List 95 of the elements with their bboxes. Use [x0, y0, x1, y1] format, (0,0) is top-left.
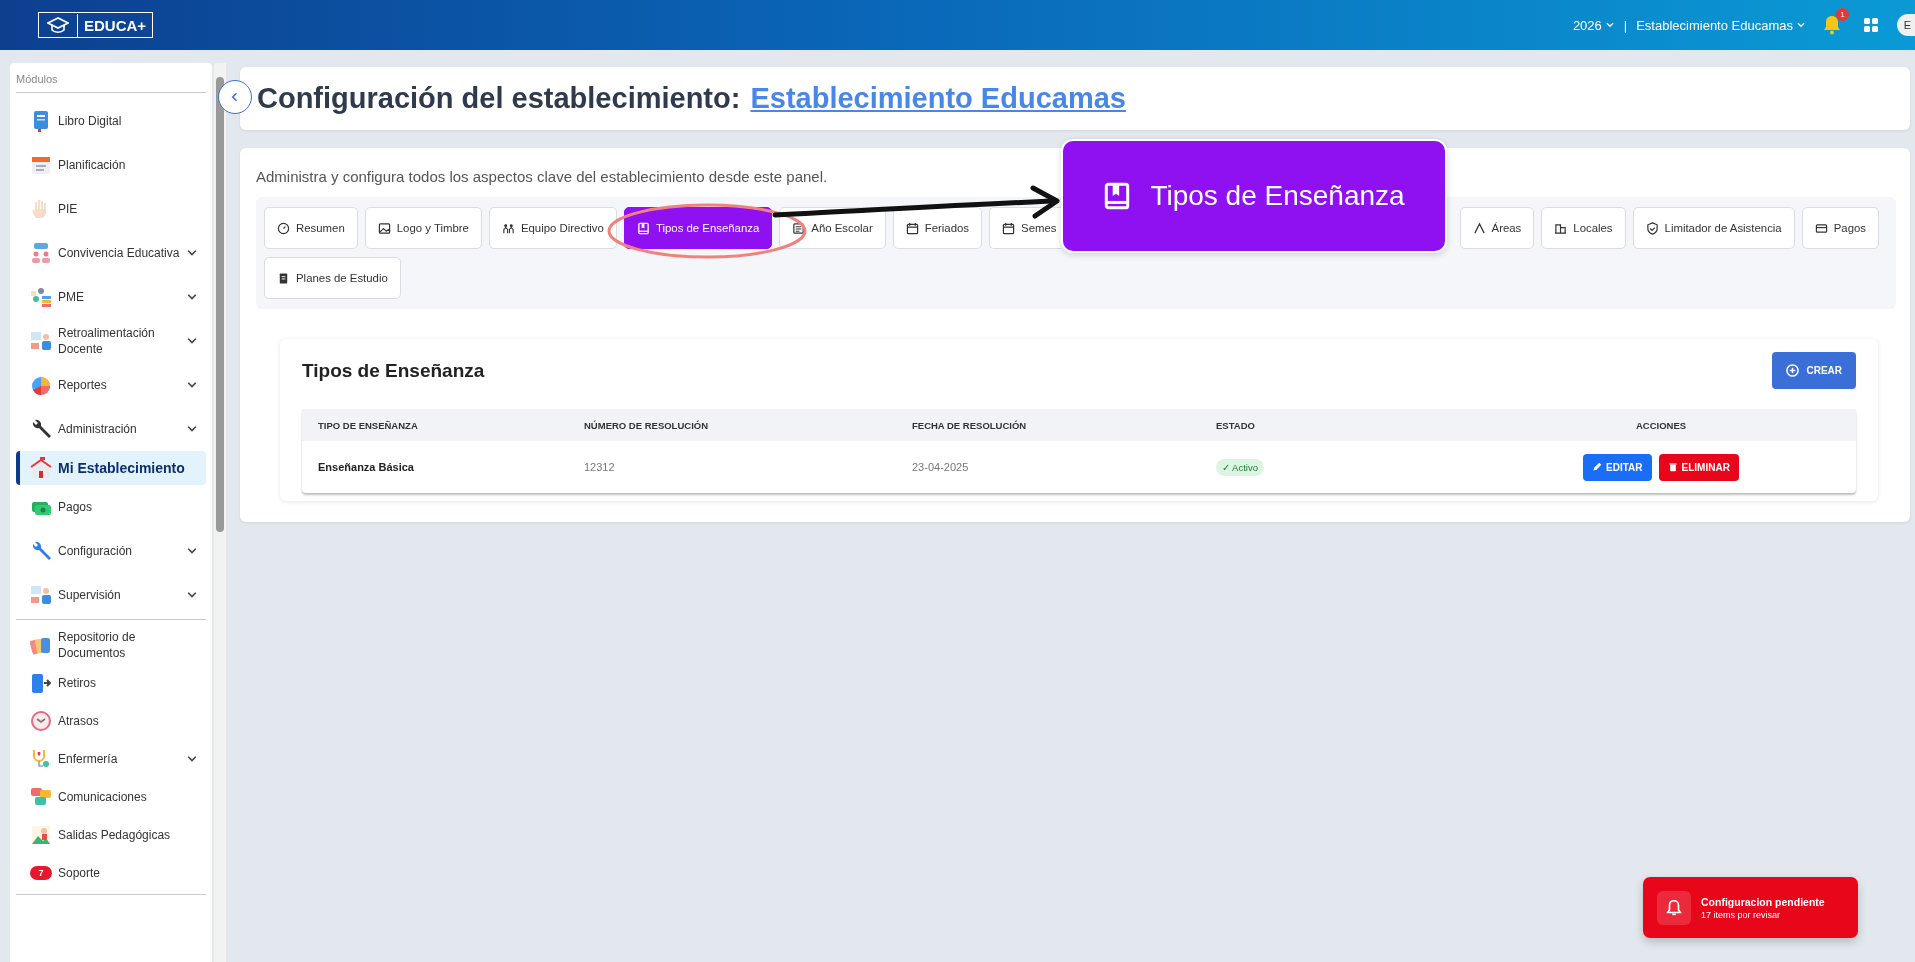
image-icon — [377, 221, 391, 235]
logo[interactable]: EDUCA+ — [38, 12, 154, 38]
create-button[interactable]: CREAR — [1772, 352, 1856, 389]
sidebar-item[interactable]: PIE — [16, 187, 206, 231]
scrollbar[interactable] — [214, 63, 226, 962]
separator-text: | — [1623, 17, 1628, 33]
wrench-icon — [30, 418, 52, 440]
calendar-icon — [30, 154, 52, 176]
scrollbar-thumb[interactable] — [216, 77, 224, 532]
sidebar-item[interactable]: 7 Soporte — [16, 854, 206, 892]
section-label: Módulos — [16, 72, 59, 87]
gauge-icon — [277, 221, 290, 235]
page-title: Configuración del establecimiento: — [257, 82, 741, 115]
clipboard-icon — [277, 271, 290, 285]
sidebar-item[interactable]: Administración — [16, 407, 206, 451]
school-dropdown[interactable]: Establecimiento Educamas — [1636, 17, 1806, 33]
nodes-icon — [30, 286, 52, 308]
pie-chart-icon — [30, 374, 52, 396]
column-header: ACCIONES — [1634, 419, 1688, 431]
toast-title: Configuracion pendiente — [1701, 895, 1825, 908]
tab[interactable]: Pagos — [1801, 207, 1879, 249]
tab[interactable]: Logo y Timbre — [364, 207, 482, 249]
year-dropdown[interactable]: 2026 — [1572, 17, 1615, 33]
sidebar-item[interactable]: Comunicaciones — [16, 778, 206, 816]
tab[interactable]: Semes — [989, 207, 1061, 249]
sidebar-item[interactable]: Atrasos — [16, 702, 206, 740]
sidebar-item[interactable]: Convivencia Educativa — [16, 231, 206, 275]
table-cell-text: 12312 — [584, 461, 616, 473]
calendar-icon — [905, 221, 919, 235]
book-icon — [636, 221, 650, 235]
delete-button[interactable]: ELIMINAR — [1658, 453, 1739, 481]
people-icon — [30, 242, 52, 264]
clock-icon — [30, 710, 52, 732]
sidebar-item[interactable]: Configuración — [16, 529, 206, 573]
avatar[interactable]: E — [1897, 14, 1915, 36]
list-icon — [792, 221, 806, 235]
edit-button[interactable]: EDITAR — [1583, 453, 1652, 481]
school-icon — [30, 457, 52, 479]
chevron-down-icon — [1796, 20, 1806, 30]
table-cell-text: Enseñanza Básica — [317, 461, 415, 473]
sidebar-item[interactable]: PME — [16, 275, 206, 319]
calendar-icon — [1002, 221, 1016, 235]
count-badge: 7 — [30, 866, 52, 880]
sidebar-item[interactable]: Mi Establecimiento — [16, 451, 206, 485]
sidebar-item[interactable]: Retroalimentación Docente — [16, 319, 206, 363]
status-badge: ✓ Activo — [1216, 459, 1264, 476]
grid-icon — [1864, 18, 1878, 32]
pencil-icon — [1592, 462, 1603, 472]
bell-icon — [1823, 15, 1841, 35]
column-header: NÚMERO DE RESOLUCIÓN — [584, 419, 710, 431]
plus-circle-icon — [1786, 364, 1800, 377]
bell-icon — [1665, 898, 1683, 917]
sidebar-item[interactable]: Repositorio de Documentos — [16, 626, 206, 664]
tab[interactable]: Feriados — [892, 207, 983, 249]
sidebar-item[interactable]: Retiros — [16, 664, 206, 702]
column-header: FECHA DE RESOLUCIÓN — [912, 419, 1028, 431]
teacher-icon — [30, 330, 52, 352]
column-header: TIPO DE ENSEÑANZA — [317, 419, 419, 431]
tab[interactable]: Áreas — [1459, 207, 1535, 249]
landscape-icon — [30, 824, 52, 846]
door-icon — [30, 672, 52, 694]
section-title: Tipos de Enseñanza — [302, 359, 485, 382]
toast-subtitle: 17 items por revisar — [1701, 909, 1782, 920]
tab[interactable]: Resumen — [264, 207, 358, 249]
sidebar-item[interactable]: Planificación — [16, 143, 206, 187]
people-icon — [501, 221, 515, 235]
card-icon — [1814, 221, 1828, 235]
description-text: Administra y configura todos los aspectos clave del establecimiento desde este panel. — [256, 168, 829, 185]
column-header: ESTADO — [1216, 419, 1256, 431]
shield-check-icon — [1645, 221, 1659, 235]
tab[interactable]: Planes de Estudio — [264, 257, 401, 299]
establishment-link[interactable]: Establecimiento Educamas — [750, 82, 1126, 115]
chat-icon — [30, 786, 52, 808]
trash-icon — [1667, 462, 1678, 472]
sidebar-item[interactable]: Supervisión — [16, 573, 206, 617]
notification-badge: 1 — [1836, 8, 1849, 21]
stethoscope-icon — [30, 748, 52, 770]
tab[interactable]: Limitador de Asistencia — [1632, 207, 1795, 249]
graduation-cap-icon — [47, 16, 69, 34]
notifications-button[interactable]: 1 — [1821, 8, 1849, 35]
building-icon — [1554, 221, 1568, 235]
sidebar-item[interactable]: Pagos — [16, 485, 206, 529]
chevron-down-icon — [1604, 20, 1615, 30]
teacher-icon — [30, 584, 52, 606]
notification-toast[interactable]: Configuracion pendiente 17 items por revisar — [1643, 877, 1858, 938]
sidebar-item[interactable]: Reportes — [16, 363, 206, 407]
sidebar-item[interactable]: Enfermería — [16, 740, 206, 778]
sidebar-item[interactable]: Salidas Pedagógicas — [16, 816, 206, 854]
tab[interactable]: Locales — [1541, 207, 1626, 249]
tab[interactable]: Equipo Directivo — [488, 207, 617, 249]
tab[interactable]: Tipos de Enseñanza — [623, 207, 773, 249]
wrench-icon — [30, 540, 52, 562]
table-cell-text: 23-04-2025 — [912, 461, 970, 473]
sidebar-item[interactable]: Libro Digital — [16, 99, 206, 143]
callout-tooltip: Tipos de Enseñanza — [1060, 139, 1447, 253]
